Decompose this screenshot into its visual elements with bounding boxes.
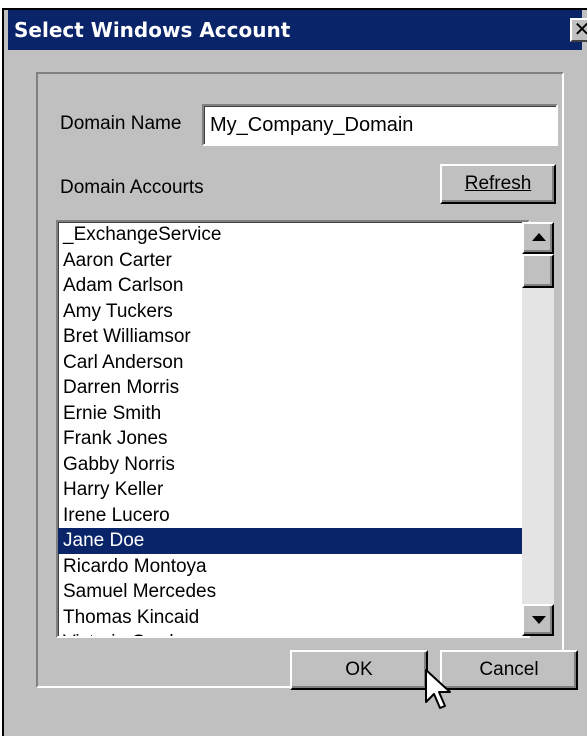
chevron-down-icon [532,616,546,624]
list-item[interactable]: Harry Keller [58,477,528,503]
list-item[interactable]: Ricardo Montoya [58,554,528,580]
chevron-up-icon [532,233,546,241]
scroll-up-button[interactable] [522,222,554,254]
list-item[interactable]: Adam Carlson [58,273,528,299]
list-item[interactable]: Gabby Norris [58,452,528,478]
list-item[interactable]: Victoria Gardner [58,630,528,636]
cancel-button[interactable]: Cancel [440,650,578,690]
scroll-down-button[interactable] [522,604,554,636]
ok-button-label: OK [345,659,373,680]
domain-name-input[interactable] [202,104,558,146]
ok-button[interactable]: OK [290,650,428,690]
close-icon[interactable]: ✕ [570,18,587,42]
scroll-thumb[interactable] [522,254,554,288]
list-item[interactable]: Thomas Kincaid [58,605,528,631]
refresh-button[interactable]: Refresh [440,164,556,204]
list-item[interactable]: Samuel Mercedes [58,579,528,605]
list-item[interactable]: Jane Doe [58,528,528,554]
list-item[interactable]: Carl Anderson [58,350,528,376]
list-item[interactable]: Ernie Smith [58,401,528,427]
refresh-button-label: Refresh [464,173,532,194]
cancel-button-label: Cancel [479,659,539,680]
domain-accounts-label: Domain Accourts [60,177,204,198]
list-item[interactable]: Bret Williamsor [58,324,528,350]
list-item[interactable]: Darren Morris [58,375,528,401]
list-item[interactable]: Amy Tuckers [58,299,528,325]
list-item[interactable]: Frank Jones [58,426,528,452]
accounts-scrollbar[interactable] [522,222,554,636]
mouse-pointer-icon [425,669,451,709]
title-bar[interactable]: Select Windows Account ✕ [8,10,587,50]
domain-name-label: Domain Name [60,113,182,134]
list-item[interactable]: Aaron Carter [58,248,528,274]
list-item[interactable]: Irene Lucero [58,503,528,529]
dialog-title: Select Windows Account [14,18,291,42]
accounts-list[interactable]: _ExchangeService Aaron Carter Adam Carlson… [56,220,530,638]
list-item[interactable]: _ExchangeService [58,222,528,248]
